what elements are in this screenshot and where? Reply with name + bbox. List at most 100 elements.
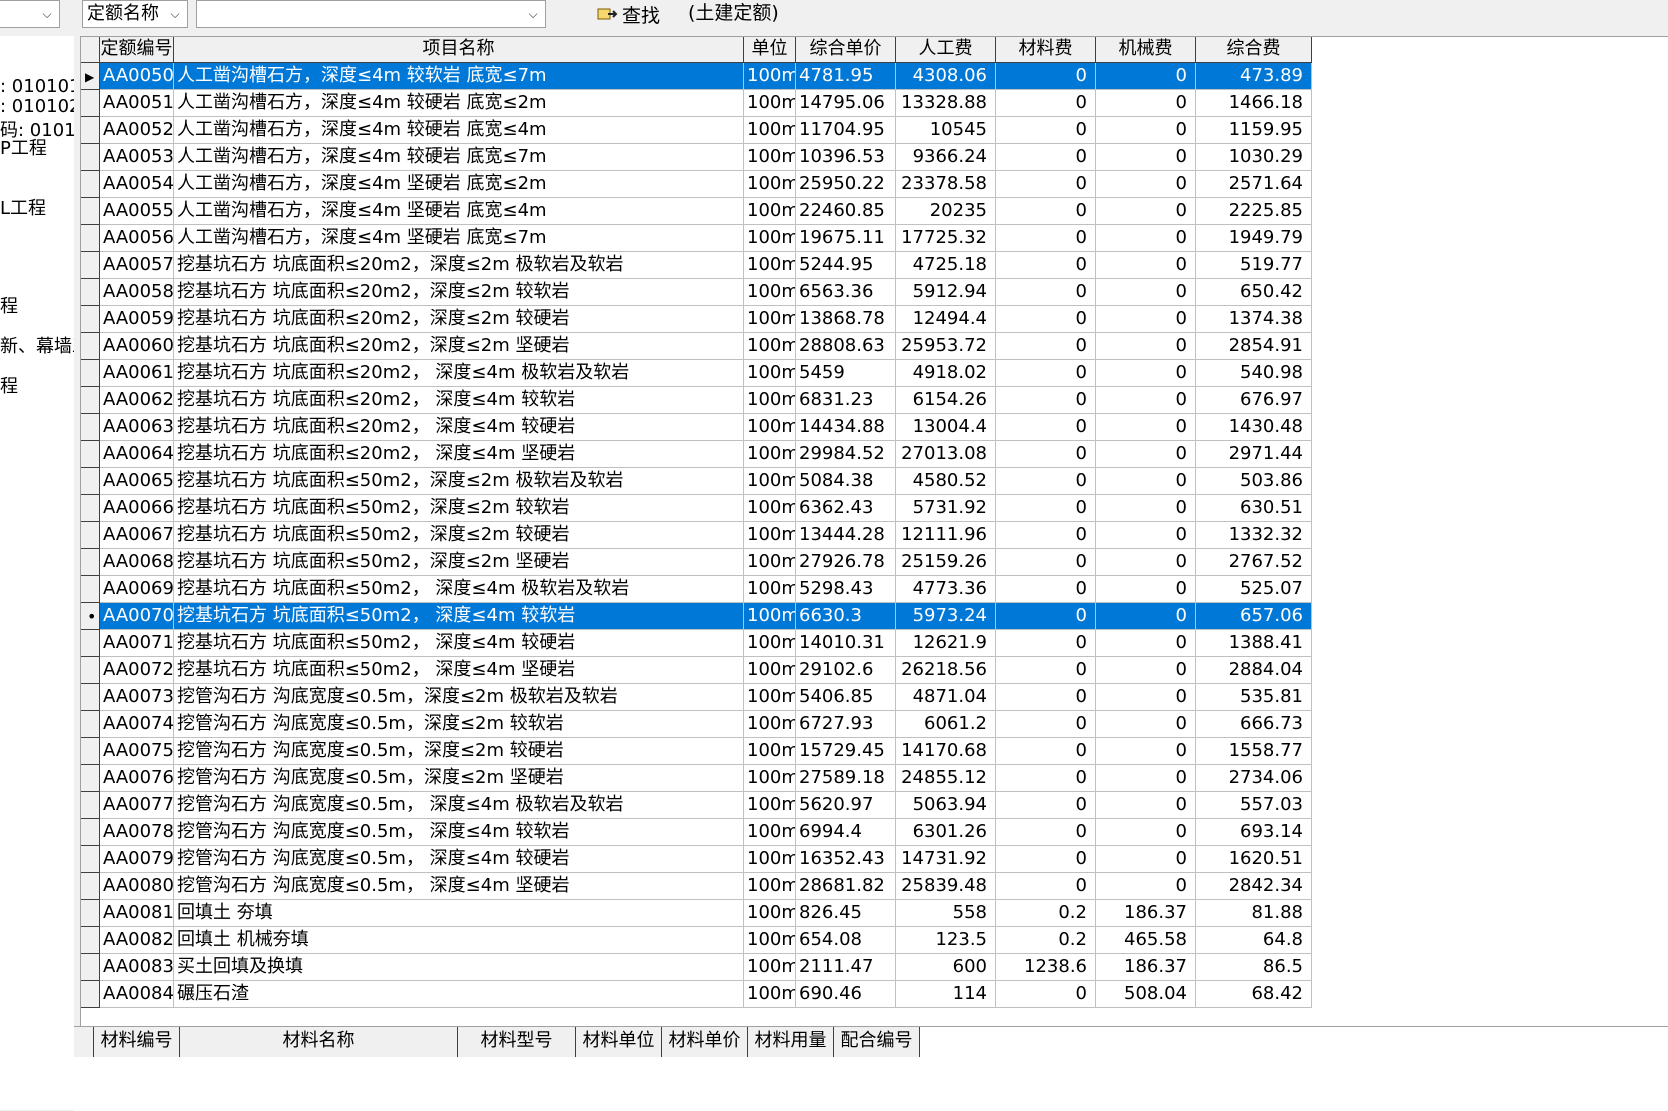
row-indicator[interactable] bbox=[81, 711, 100, 738]
row-indicator[interactable] bbox=[81, 468, 100, 495]
table-row[interactable]: AA0057挖基坑石方 坑底面积≤20m2，深度≤2m 极软岩及软岩100m35… bbox=[81, 252, 1312, 279]
table-row[interactable]: AA0083买土回填及换填100m32111.476001238.6186.37… bbox=[81, 954, 1312, 981]
table-row[interactable]: AA0052人工凿沟槽石方，深度≤4m 较硬岩 底宽≤4m100m311704.… bbox=[81, 117, 1312, 144]
chevron-down-icon[interactable]: ⌵ bbox=[165, 3, 185, 25]
row-indicator[interactable] bbox=[81, 576, 100, 603]
row-indicator[interactable] bbox=[81, 90, 100, 117]
row-indicator[interactable] bbox=[81, 954, 100, 981]
column-header-overhead[interactable]: 综合费 bbox=[1196, 37, 1312, 63]
table-row[interactable]: AA0075挖管沟石方 沟底宽度≤0.5m，深度≤2m 较硬岩100m31572… bbox=[81, 738, 1312, 765]
row-indicator[interactable] bbox=[81, 252, 100, 279]
table-row[interactable]: AA0071挖基坑石方 坑底面积≤50m2， 深度≤4m 较硬岩100m3140… bbox=[81, 630, 1312, 657]
table-row[interactable]: AA0069挖基坑石方 坑底面积≤50m2， 深度≤4m 极软岩及软岩100m3… bbox=[81, 576, 1312, 603]
search-input[interactable]: ⌵ bbox=[196, 0, 546, 28]
row-indicator[interactable] bbox=[81, 522, 100, 549]
table-row[interactable]: AA0081回填土 夯填100m3826.455580.2186.3781.88 bbox=[81, 900, 1312, 927]
row-indicator[interactable] bbox=[81, 117, 100, 144]
row-indicator[interactable] bbox=[81, 981, 100, 1008]
table-row[interactable]: AA0078挖管沟石方 沟底宽度≤0.5m， 深度≤4m 较软岩100m3699… bbox=[81, 819, 1312, 846]
row-indicator[interactable]: • bbox=[81, 603, 100, 630]
material-column-mix-code[interactable]: 配合编号 bbox=[834, 1027, 920, 1057]
table-row[interactable]: AA0053人工凿沟槽石方，深度≤4m 较硬岩 底宽≤7m100m310396.… bbox=[81, 144, 1312, 171]
table-row[interactable]: AA0079挖管沟石方 沟底宽度≤0.5m， 深度≤4m 较硬岩100m3163… bbox=[81, 846, 1312, 873]
tree-item[interactable]: : 010101 bbox=[0, 76, 74, 97]
row-indicator[interactable] bbox=[81, 657, 100, 684]
row-indicator[interactable] bbox=[81, 630, 100, 657]
tree-item[interactable]: 程 bbox=[0, 372, 18, 398]
table-row[interactable]: AA0066挖基坑石方 坑底面积≤50m2，深度≤2m 较软岩100m36362… bbox=[81, 495, 1312, 522]
category-tree[interactable]: : 010101 : 010102 码: 0101 P工程 L工程 程 新、幕墙… bbox=[0, 36, 74, 1110]
material-column-price[interactable]: 材料单价 bbox=[662, 1027, 748, 1057]
table-row[interactable]: AA0061挖基坑石方 坑底面积≤20m2， 深度≤4m 极软岩及软岩100m3… bbox=[81, 360, 1312, 387]
row-indicator[interactable] bbox=[81, 360, 100, 387]
material-column-name[interactable]: 材料名称 bbox=[180, 1027, 458, 1057]
column-header-unit-price[interactable]: 综合单价 bbox=[796, 37, 896, 63]
row-indicator[interactable] bbox=[81, 171, 100, 198]
table-row[interactable]: AA0058挖基坑石方 坑底面积≤20m2，深度≤2m 较软岩100m36563… bbox=[81, 279, 1312, 306]
table-row[interactable]: AA0051人工凿沟槽石方，深度≤4m 较硬岩 底宽≤2m100m314795.… bbox=[81, 90, 1312, 117]
material-column-code[interactable]: 材料编号 bbox=[94, 1027, 180, 1057]
row-indicator[interactable] bbox=[81, 387, 100, 414]
row-indicator[interactable] bbox=[81, 765, 100, 792]
table-row[interactable]: AA0055人工凿沟槽石方，深度≤4m 坚硬岩 底宽≤4m100m322460.… bbox=[81, 198, 1312, 225]
table-row[interactable]: AA0072挖基坑石方 坑底面积≤50m2， 深度≤4m 坚硬岩100m3291… bbox=[81, 657, 1312, 684]
column-header-labor[interactable]: 人工费 bbox=[896, 37, 996, 63]
find-button[interactable]: 查找 bbox=[596, 0, 660, 28]
table-row[interactable]: AA0064挖基坑石方 坑底面积≤20m2， 深度≤4m 坚硬岩100m3299… bbox=[81, 441, 1312, 468]
row-indicator[interactable] bbox=[81, 738, 100, 765]
row-indicator[interactable] bbox=[81, 900, 100, 927]
table-row[interactable]: AA0059挖基坑石方 坑底面积≤20m2，深度≤2m 较硬岩100m31386… bbox=[81, 306, 1312, 333]
table-row[interactable]: AA0074挖管沟石方 沟底宽度≤0.5m，深度≤2m 较软岩100m36727… bbox=[81, 711, 1312, 738]
material-column-unit[interactable]: 材料单位 bbox=[576, 1027, 662, 1057]
row-indicator[interactable] bbox=[81, 684, 100, 711]
table-row[interactable]: AA0060挖基坑石方 坑底面积≤20m2，深度≤2m 坚硬岩100m32880… bbox=[81, 333, 1312, 360]
column-header-code[interactable]: 定额编号 bbox=[100, 37, 174, 63]
material-column-model[interactable]: 材料型号 bbox=[458, 1027, 576, 1057]
table-row[interactable]: AA0063挖基坑石方 坑底面积≤20m2， 深度≤4m 较硬岩100m3144… bbox=[81, 414, 1312, 441]
row-indicator[interactable] bbox=[81, 846, 100, 873]
chevron-down-icon[interactable]: ⌵ bbox=[37, 3, 57, 25]
column-header-name[interactable]: 项目名称 bbox=[174, 37, 744, 63]
tree-item[interactable]: : 010102 bbox=[0, 96, 74, 117]
quota-grid[interactable]: 定额编号 项目名称 单位 综合单价 人工费 材料费 机械费 综合费 ▶ AA005… bbox=[80, 36, 1668, 1067]
field-combo[interactable]: 定额名称 ⌵ bbox=[82, 0, 188, 28]
column-header-machine[interactable]: 机械费 bbox=[1096, 37, 1196, 63]
row-indicator[interactable]: ▶ bbox=[81, 63, 100, 90]
tree-item[interactable]: 程 bbox=[0, 292, 18, 318]
chevron-down-icon[interactable]: ⌵ bbox=[523, 3, 543, 25]
table-row[interactable]: AA0082回填土 机械夯填100m3654.08123.50.2465.586… bbox=[81, 927, 1312, 954]
row-indicator[interactable] bbox=[81, 279, 100, 306]
row-indicator[interactable] bbox=[81, 441, 100, 468]
material-grid[interactable]: 材料编号 材料名称 材料型号 材料单位 材料单价 材料用量 配合编号 bbox=[74, 1026, 1668, 1111]
row-indicator[interactable] bbox=[81, 549, 100, 576]
row-indicator[interactable] bbox=[81, 144, 100, 171]
material-column-usage[interactable]: 材料用量 bbox=[748, 1027, 834, 1057]
column-header-material[interactable]: 材料费 bbox=[996, 37, 1096, 63]
tree-item[interactable]: 新、幕墙工 bbox=[0, 332, 74, 358]
table-row[interactable]: AA0067挖基坑石方 坑底面积≤50m2，深度≤2m 较硬岩100m31344… bbox=[81, 522, 1312, 549]
row-indicator[interactable] bbox=[81, 873, 100, 900]
row-indicator[interactable] bbox=[81, 819, 100, 846]
table-row[interactable]: AA0073挖管沟石方 沟底宽度≤0.5m，深度≤2m 极软岩及软岩100m35… bbox=[81, 684, 1312, 711]
table-row[interactable]: AA0054人工凿沟槽石方，深度≤4m 坚硬岩 底宽≤2m100m325950.… bbox=[81, 171, 1312, 198]
left-combo[interactable]: ⌵ bbox=[0, 0, 60, 28]
column-header-unit[interactable]: 单位 bbox=[744, 37, 796, 63]
tree-item[interactable]: P工程 bbox=[0, 134, 47, 160]
table-row[interactable]: AA0068挖基坑石方 坑底面积≤50m2，深度≤2m 坚硬岩100m32792… bbox=[81, 549, 1312, 576]
table-row[interactable]: AA0080挖管沟石方 沟底宽度≤0.5m， 深度≤4m 坚硬岩100m3286… bbox=[81, 873, 1312, 900]
table-row[interactable]: AA0065挖基坑石方 坑底面积≤50m2，深度≤2m 极软岩及软岩100m35… bbox=[81, 468, 1312, 495]
row-indicator[interactable] bbox=[81, 927, 100, 954]
row-indicator[interactable] bbox=[81, 414, 100, 441]
row-indicator[interactable] bbox=[81, 333, 100, 360]
row-indicator[interactable] bbox=[81, 225, 100, 252]
table-row[interactable]: AA0076挖管沟石方 沟底宽度≤0.5m，深度≤2m 坚硬岩100m32758… bbox=[81, 765, 1312, 792]
table-row[interactable]: ▶ AA0050人工凿沟槽石方，深度≤4m 较软岩 底宽≤7m100m34781.… bbox=[81, 63, 1312, 90]
tree-item[interactable]: L工程 bbox=[0, 194, 46, 220]
row-indicator[interactable] bbox=[81, 198, 100, 225]
table-row[interactable]: AA0056人工凿沟槽石方，深度≤4m 坚硬岩 底宽≤7m100m319675.… bbox=[81, 225, 1312, 252]
table-row[interactable]: AA0062挖基坑石方 坑底面积≤20m2， 深度≤4m 较软岩100m3683… bbox=[81, 387, 1312, 414]
table-row[interactable]: AA0077挖管沟石方 沟底宽度≤0.5m， 深度≤4m 极软岩及软岩100m3… bbox=[81, 792, 1312, 819]
row-indicator[interactable] bbox=[81, 495, 100, 522]
row-indicator[interactable] bbox=[81, 792, 100, 819]
table-row[interactable]: •AA0070挖基坑石方 坑底面积≤50m2， 深度≤4m 较软岩100m366… bbox=[81, 603, 1312, 630]
